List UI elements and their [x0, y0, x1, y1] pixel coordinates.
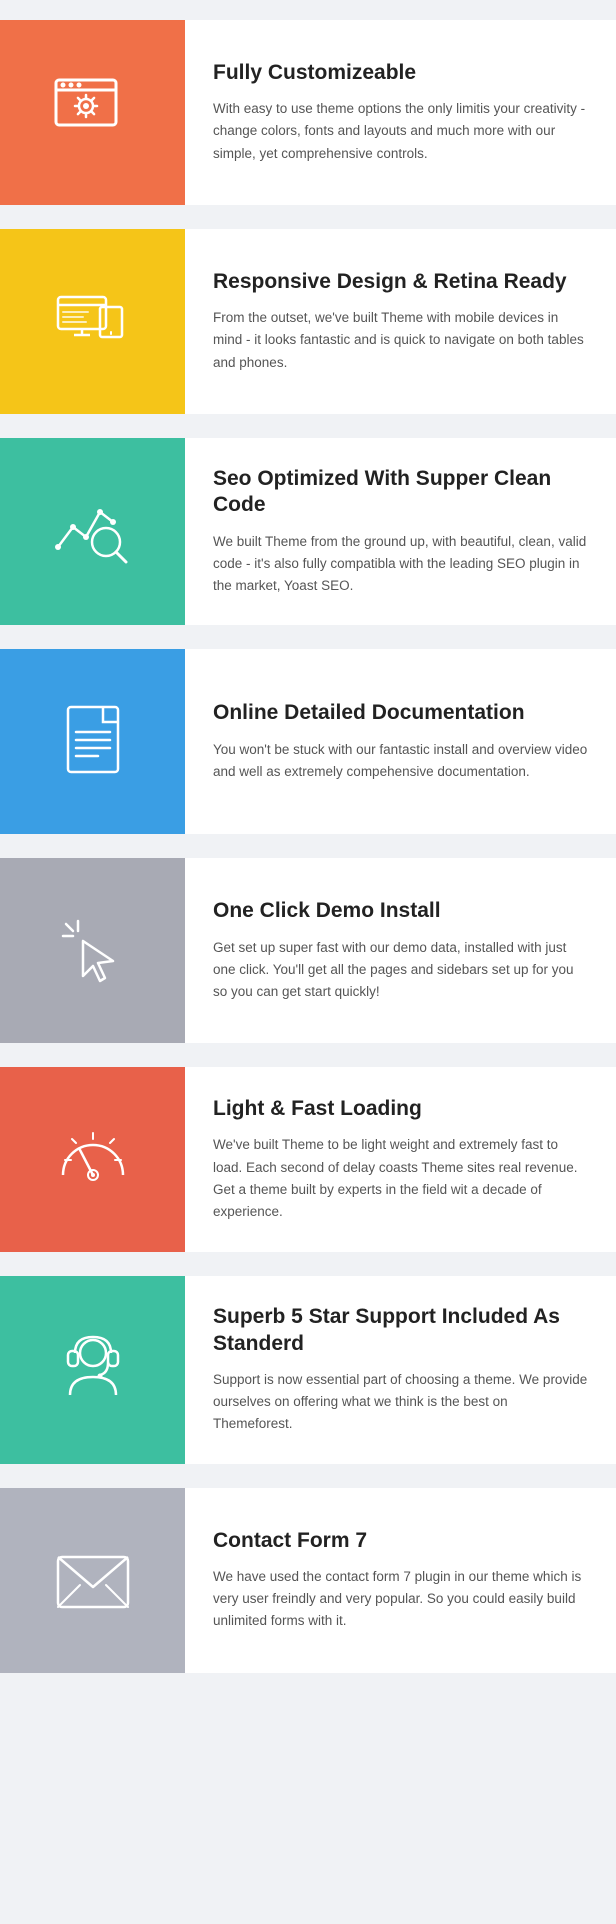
- feature-desc-contact: We have used the contact form 7 plugin i…: [213, 1566, 588, 1633]
- feature-desc-responsive: From the outset, we've built Theme with …: [213, 307, 588, 374]
- feature-content-fast: Light & Fast Loading We've built Theme t…: [185, 1067, 616, 1252]
- feature-item-responsive-design: Responsive Design & Retina Ready From th…: [0, 229, 616, 414]
- feature-item-fully-customizeable: Fully Customizeable With easy to use the…: [0, 20, 616, 205]
- feature-content-demo: One Click Demo Install Get set up super …: [185, 858, 616, 1043]
- feature-icon-box-documentation: [0, 649, 185, 834]
- feature-icon-box-contact: [0, 1488, 185, 1673]
- feature-item-support: Superb 5 Star Support Included As Stande…: [0, 1276, 616, 1463]
- mail-icon: [48, 1535, 138, 1625]
- speed-icon: [48, 1115, 138, 1205]
- settings-icon: [48, 68, 138, 158]
- support-icon: [48, 1325, 138, 1415]
- feature-item-seo: Seo Optimized With Supper Clean Code We …: [0, 438, 616, 625]
- feature-icon-box-demo: [0, 858, 185, 1043]
- feature-title-responsive: Responsive Design & Retina Ready: [213, 269, 588, 295]
- feature-item-documentation: Online Detailed Documentation You won't …: [0, 649, 616, 834]
- feature-desc-seo: We built Theme from the ground up, with …: [213, 531, 588, 598]
- feature-icon-box-seo: [0, 438, 185, 625]
- seo-icon: [48, 487, 138, 577]
- feature-content-contact: Contact Form 7 We have used the contact …: [185, 1488, 616, 1673]
- feature-content-seo: Seo Optimized With Supper Clean Code We …: [185, 438, 616, 625]
- feature-content-documentation: Online Detailed Documentation You won't …: [185, 649, 616, 834]
- feature-title-demo: One Click Demo Install: [213, 898, 588, 924]
- feature-icon-box-responsive: [0, 229, 185, 414]
- feature-title-fast: Light & Fast Loading: [213, 1096, 588, 1122]
- click-icon: [48, 906, 138, 996]
- features-list: Fully Customizeable With easy to use the…: [0, 0, 616, 1717]
- feature-title-seo: Seo Optimized With Supper Clean Code: [213, 466, 588, 519]
- feature-desc-documentation: You won't be stuck with our fantastic in…: [213, 739, 588, 784]
- feature-content-responsive: Responsive Design & Retina Ready From th…: [185, 229, 616, 414]
- feature-item-fast: Light & Fast Loading We've built Theme t…: [0, 1067, 616, 1252]
- feature-icon-box-support: [0, 1276, 185, 1463]
- feature-title-documentation: Online Detailed Documentation: [213, 700, 588, 726]
- feature-content-fully-customizeable: Fully Customizeable With easy to use the…: [185, 20, 616, 205]
- feature-icon-box-fully-customizeable: [0, 20, 185, 205]
- feature-desc-fully-customizeable: With easy to use theme options the only …: [213, 98, 588, 165]
- feature-icon-box-fast: [0, 1067, 185, 1252]
- responsive-icon: [48, 277, 138, 367]
- feature-item-demo: One Click Demo Install Get set up super …: [0, 858, 616, 1043]
- feature-title-contact: Contact Form 7: [213, 1528, 588, 1554]
- feature-content-support: Superb 5 Star Support Included As Stande…: [185, 1276, 616, 1463]
- document-icon: [48, 697, 138, 787]
- feature-desc-support: Support is now essential part of choosin…: [213, 1369, 588, 1436]
- feature-item-contact: Contact Form 7 We have used the contact …: [0, 1488, 616, 1673]
- feature-desc-demo: Get set up super fast with our demo data…: [213, 937, 588, 1004]
- feature-title-fully-customizeable: Fully Customizeable: [213, 60, 588, 86]
- feature-title-support: Superb 5 Star Support Included As Stande…: [213, 1304, 588, 1357]
- feature-desc-fast: We've built Theme to be light weight and…: [213, 1134, 588, 1223]
